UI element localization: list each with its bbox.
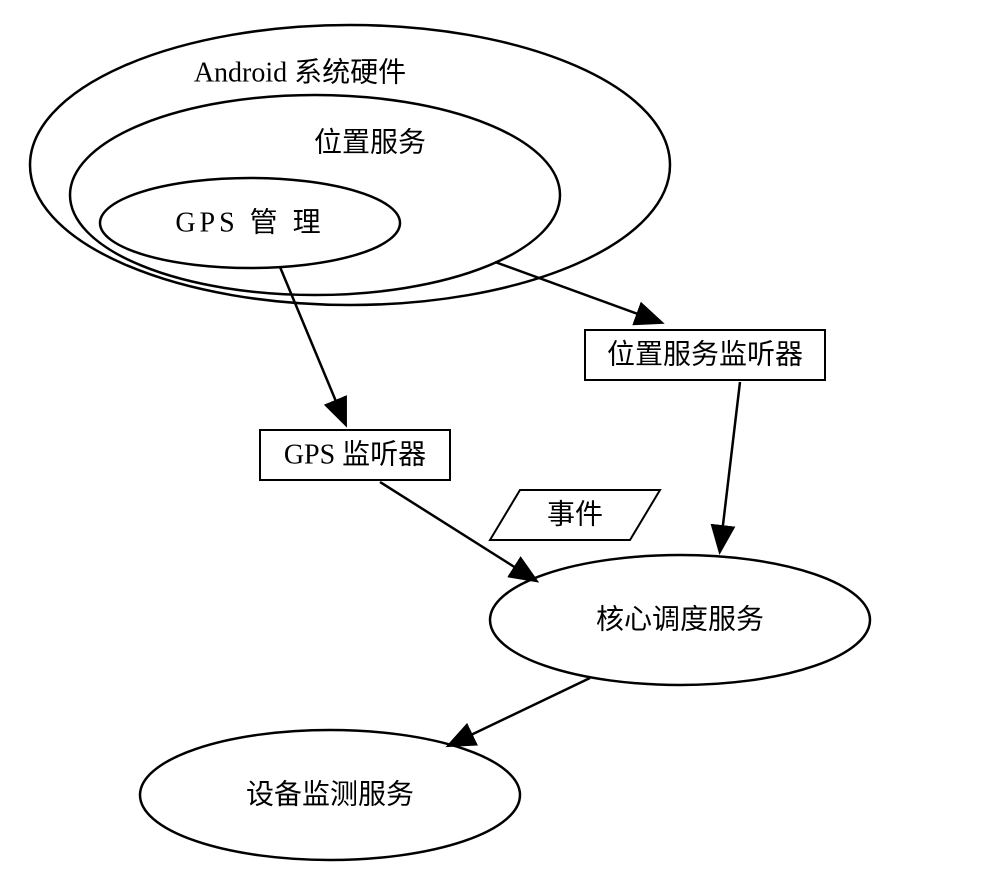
core-service-label: 核心调度服务 [596, 603, 764, 635]
arrow-gps-to-listener [280, 267, 345, 423]
location-service-ellipse [70, 95, 560, 295]
arrow-loclistener-to-core [720, 382, 740, 550]
arrow-core-to-monitor [450, 678, 590, 745]
android-hardware-label: Android 系统硬件 [194, 56, 406, 88]
arrow-location-to-listener [495, 262, 660, 322]
gps-listener-label: GPS 监听器 [284, 438, 426, 470]
location-service-label: 位置服务 [314, 126, 426, 158]
monitor-service-label: 设备监测服务 [246, 778, 414, 810]
architecture-diagram: Android 系统硬件 位置服务 GPS 管 理 位置服务监听器 GPS 监听… [0, 0, 1000, 887]
gps-manager-label: GPS 管 理 [175, 206, 324, 238]
event-label: 事件 [547, 498, 603, 530]
location-listener-label: 位置服务监听器 [607, 338, 803, 370]
